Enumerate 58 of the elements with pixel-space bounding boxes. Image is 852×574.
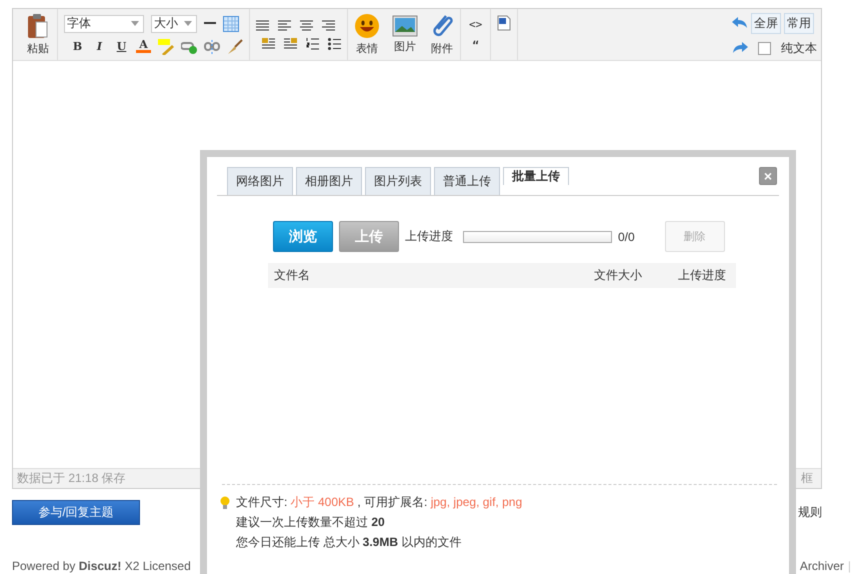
toolbar-label[interactable]: 图片	[394, 39, 416, 54]
format-button[interactable]: A	[136, 40, 151, 53]
archiver-link[interactable]: Archiver	[800, 559, 844, 573]
note-text: 建议一次上传数量不超过 20	[236, 514, 386, 531]
tab[interactable]: 批量上传	[503, 167, 569, 185]
rules-link[interactable]: 规则	[798, 504, 822, 521]
clipboard-icon[interactable]	[27, 13, 49, 39]
font-select[interactable]: 字体	[64, 14, 144, 32]
undo-icon[interactable]	[732, 17, 748, 29]
numbered-list-icon[interactable]	[306, 38, 319, 50]
smiley-icon[interactable]	[354, 13, 380, 39]
checkbox[interactable]	[758, 42, 771, 54]
dropdown-arrow-icon[interactable]	[131, 21, 139, 26]
reply-button[interactable]: 参与/回复主题	[12, 500, 140, 525]
quote-button[interactable]: “	[469, 38, 482, 52]
align-icon[interactable]	[256, 20, 269, 32]
format-button[interactable]: U	[114, 40, 129, 53]
column-header: 文件名	[273, 267, 311, 284]
powered-by-text: Powered by Discuz! X2 Licensed	[12, 559, 191, 573]
tab[interactable]: 相册图片	[296, 167, 362, 195]
dropdown-arrow-icon[interactable]	[184, 21, 192, 26]
tab[interactable]: 图片列表	[365, 167, 431, 195]
paste-label[interactable]: 粘贴	[27, 41, 49, 56]
note-text: 您今日还能上传 总大小 3.9MB 以内的文件	[236, 534, 462, 551]
column-header: 文件大小	[593, 267, 643, 284]
plain-text-label: 纯文本	[781, 40, 817, 56]
format-button[interactable]: B	[70, 40, 85, 53]
unlink-icon[interactable]	[204, 40, 220, 54]
toolbar-label[interactable]: 表情	[356, 41, 378, 56]
save-status: 数据已于 21:18 保存	[17, 470, 126, 487]
landscape-icon[interactable]	[392, 15, 418, 37]
size-select[interactable]: 大小	[151, 14, 197, 32]
align-icon[interactable]	[300, 20, 313, 32]
float-left-icon[interactable]	[262, 38, 275, 50]
align-icon[interactable]	[278, 20, 291, 32]
align-icon[interactable]	[322, 20, 335, 32]
fullscreen-button[interactable]: 全屏	[751, 12, 781, 34]
status-text: 框	[801, 470, 813, 487]
note-text: 文件尺寸: 小于 400KB , 可用扩展名: jpg, jpeg, gif, png	[236, 494, 522, 511]
redo-icon[interactable]	[732, 42, 748, 54]
separator-text: |	[848, 559, 851, 573]
float-right-icon[interactable]	[284, 38, 297, 50]
lightbulb-icon	[220, 496, 230, 510]
format-button[interactable]: I	[92, 40, 107, 53]
progress-count: 0/0	[618, 230, 635, 244]
code-button[interactable]: <>	[469, 18, 482, 30]
progress-label: 上传进度	[405, 228, 453, 245]
common-button[interactable]: 常用	[784, 12, 814, 34]
tab[interactable]: 网络图片	[227, 167, 293, 195]
tab[interactable]: 普通上传	[434, 167, 500, 195]
horizontal-rule-icon[interactable]	[204, 22, 216, 25]
toolbar-label[interactable]: 附件	[431, 41, 453, 56]
link-icon[interactable]	[181, 40, 197, 54]
brush-icon[interactable]	[227, 38, 243, 54]
column-header: 上传进度	[677, 267, 727, 284]
bullet-list-icon[interactable]	[328, 38, 341, 50]
table-icon[interactable]	[223, 16, 239, 32]
document-icon[interactable]	[497, 15, 512, 31]
